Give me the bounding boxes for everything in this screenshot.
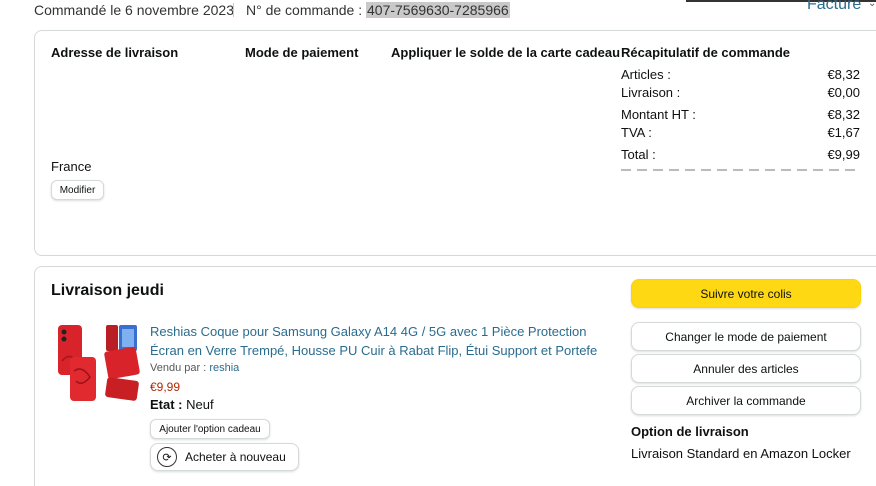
order-number-label: N° de commande : — [246, 2, 363, 18]
delivery-option-value: Livraison Standard en Amazon Locker — [631, 446, 851, 461]
product-price: €9,99 — [150, 380, 181, 394]
summary-row-vat: TVA : €1,67 — [621, 125, 860, 140]
summary-value: €0,00 — [827, 85, 860, 100]
gift-option-button[interactable]: Ajouter l'option cadeau — [150, 419, 270, 439]
summary-label: Total : — [621, 147, 656, 162]
sold-by: Vendu par : reshia — [150, 362, 239, 374]
delivery-option-title: Option de livraison — [631, 424, 749, 439]
chevron-down-icon[interactable]: ⌄ — [868, 0, 876, 9]
divider — [233, 3, 234, 17]
shipping-country: France — [51, 159, 92, 174]
summary-row-items: Articles : €8,32 — [621, 67, 860, 82]
product-condition: Etat : Neuf — [150, 397, 214, 412]
buy-again-button[interactable]: ⟳ Acheter à nouveau — [150, 443, 299, 471]
invoice-link[interactable]: Facture — [807, 0, 861, 14]
summary-value: €8,32 — [827, 107, 860, 122]
seller-link[interactable]: reshia — [209, 362, 239, 374]
summary-label: Articles : — [621, 67, 671, 82]
sold-by-label: Vendu par : — [150, 362, 207, 374]
summary-label: Livraison : — [621, 85, 681, 100]
summary-value: €9,99 — [827, 147, 860, 162]
summary-row-total: Total : €9,99 — [621, 147, 860, 162]
buy-again-label: Acheter à nouveau — [185, 450, 286, 464]
change-payment-button[interactable]: Changer le mode de paiement — [631, 322, 861, 351]
order-number-value[interactable]: 407-7569630-7285966 — [366, 2, 510, 18]
summary-label: TVA : — [621, 125, 652, 140]
summary-overflow-fade — [621, 166, 860, 172]
archive-order-button[interactable]: Archiver la commande — [631, 386, 861, 415]
order-details-card — [34, 30, 876, 256]
shipment-title: Livraison jeudi — [51, 282, 164, 299]
condition-label: Etat : — [150, 397, 183, 412]
summary-label: Montant HT : — [621, 107, 696, 122]
order-summary-title: Récapitulatif de commande — [621, 45, 791, 60]
condition-value: Neuf — [186, 397, 214, 412]
summary-row-shipping: Livraison : €0,00 — [621, 85, 860, 100]
product-image[interactable] — [56, 321, 140, 405]
shipping-address-title: Adresse de livraison — [51, 45, 179, 60]
product-title-link[interactable]: Reshias Coque pour Samsung Galaxy A14 4G… — [150, 322, 610, 360]
modify-address-button[interactable]: Modifier — [51, 180, 104, 200]
refresh-cart-icon: ⟳ — [157, 447, 177, 467]
summary-value: €1,67 — [827, 125, 860, 140]
cancel-items-button[interactable]: Annuler des articles — [631, 354, 861, 383]
gift-card-title: Appliquer le solde de la carte cadeau — [391, 45, 621, 60]
track-package-button[interactable]: Suivre votre colis — [631, 279, 861, 308]
order-date: Commandé le 6 novembre 2023 — [34, 2, 235, 18]
summary-value: €8,32 — [827, 67, 860, 82]
order-number: N° de commande : 407-7569630-7285966 — [246, 2, 510, 18]
order-header: Commandé le 6 novembre 2023 N° de comman… — [0, 0, 876, 22]
summary-row-subtotal: Montant HT : €8,32 — [621, 107, 860, 122]
payment-method-title: Mode de paiement — [245, 45, 359, 60]
